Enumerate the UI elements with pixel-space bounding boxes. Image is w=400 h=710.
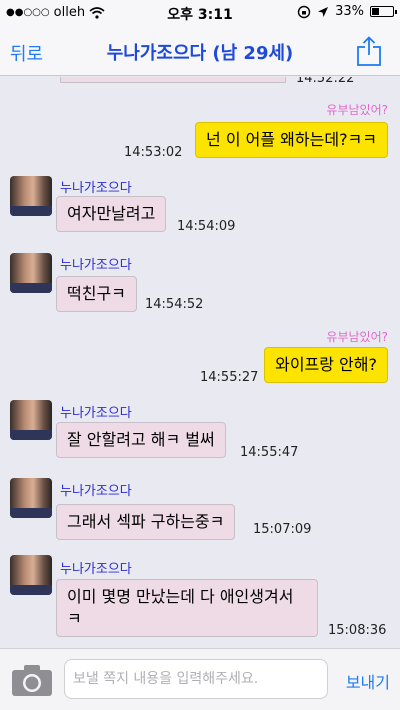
page-title: 누나가조으다 (남 29세) — [106, 43, 294, 64]
navigation-bar: 뒤로 누나가조으다 (남 29세) — [0, 26, 400, 76]
status-bar: ●●○○○ olleh 오후 3:11 33% — [0, 0, 400, 26]
message-time: 14:54:09 — [177, 219, 236, 234]
camera-icon[interactable] — [10, 662, 54, 698]
partial-message-bubble — [60, 77, 286, 83]
outgoing-message: 넌 이 어플 왜하는데?ㅋㅋ — [195, 122, 388, 158]
avatar[interactable] — [10, 400, 52, 440]
battery-percent: 33% — [335, 4, 364, 19]
message-time: 14:52:22 — [296, 77, 355, 86]
incoming-message: 잘 안할려고 해ㅋ 벌써 — [56, 422, 226, 458]
location-icon — [318, 6, 329, 17]
message-time: 14:54:52 — [145, 297, 204, 312]
incoming-message: 떡친구ㅋ — [56, 276, 137, 312]
incoming-message: 그래서 섹파 구하는중ㅋ — [56, 504, 236, 540]
message-input[interactable] — [64, 659, 328, 699]
avatar[interactable] — [10, 478, 52, 518]
my-nickname-label: 유부남있어? — [326, 330, 388, 344]
share-icon[interactable] — [356, 36, 382, 66]
avatar[interactable] — [10, 555, 52, 595]
sender-name: 누나가조으다 — [60, 484, 132, 499]
avatar[interactable] — [10, 253, 52, 293]
lock-rotation-icon — [297, 5, 311, 18]
sender-name: 누나가조으다 — [60, 406, 132, 421]
message-composer: 보내기 — [0, 648, 400, 710]
my-nickname-label: 유부남있어? — [326, 103, 388, 117]
incoming-message: 이미 몇명 만났는데 다 애인생겨서 ㅋ — [56, 579, 318, 637]
incoming-message: 여자만날려고 — [56, 196, 167, 232]
message-line: 이미 몇명 만났는데 다 애인생겨서 — [67, 587, 294, 606]
message-time: 14:55:47 — [240, 445, 299, 460]
message-line: ㅋ — [67, 609, 82, 628]
message-time: 15:07:09 — [253, 522, 312, 537]
sender-name: 누나가조으다 — [60, 258, 132, 273]
sender-name: 누나가조으다 — [60, 562, 132, 577]
avatar[interactable] — [10, 176, 52, 216]
message-time: 14:55:27 — [200, 370, 259, 385]
message-time: 15:08:36 — [328, 623, 387, 638]
outgoing-message: 와이프랑 안해? — [264, 347, 388, 383]
message-time: 14:53:02 — [124, 145, 183, 160]
chat-log[interactable]: 14:52:22 유부남있어? 넌 이 어플 왜하는데?ㅋㅋ 14:53:02 … — [0, 77, 400, 648]
sender-name: 누나가조으다 — [60, 181, 132, 196]
send-button[interactable]: 보내기 — [346, 669, 390, 693]
battery-icon — [370, 6, 397, 17]
